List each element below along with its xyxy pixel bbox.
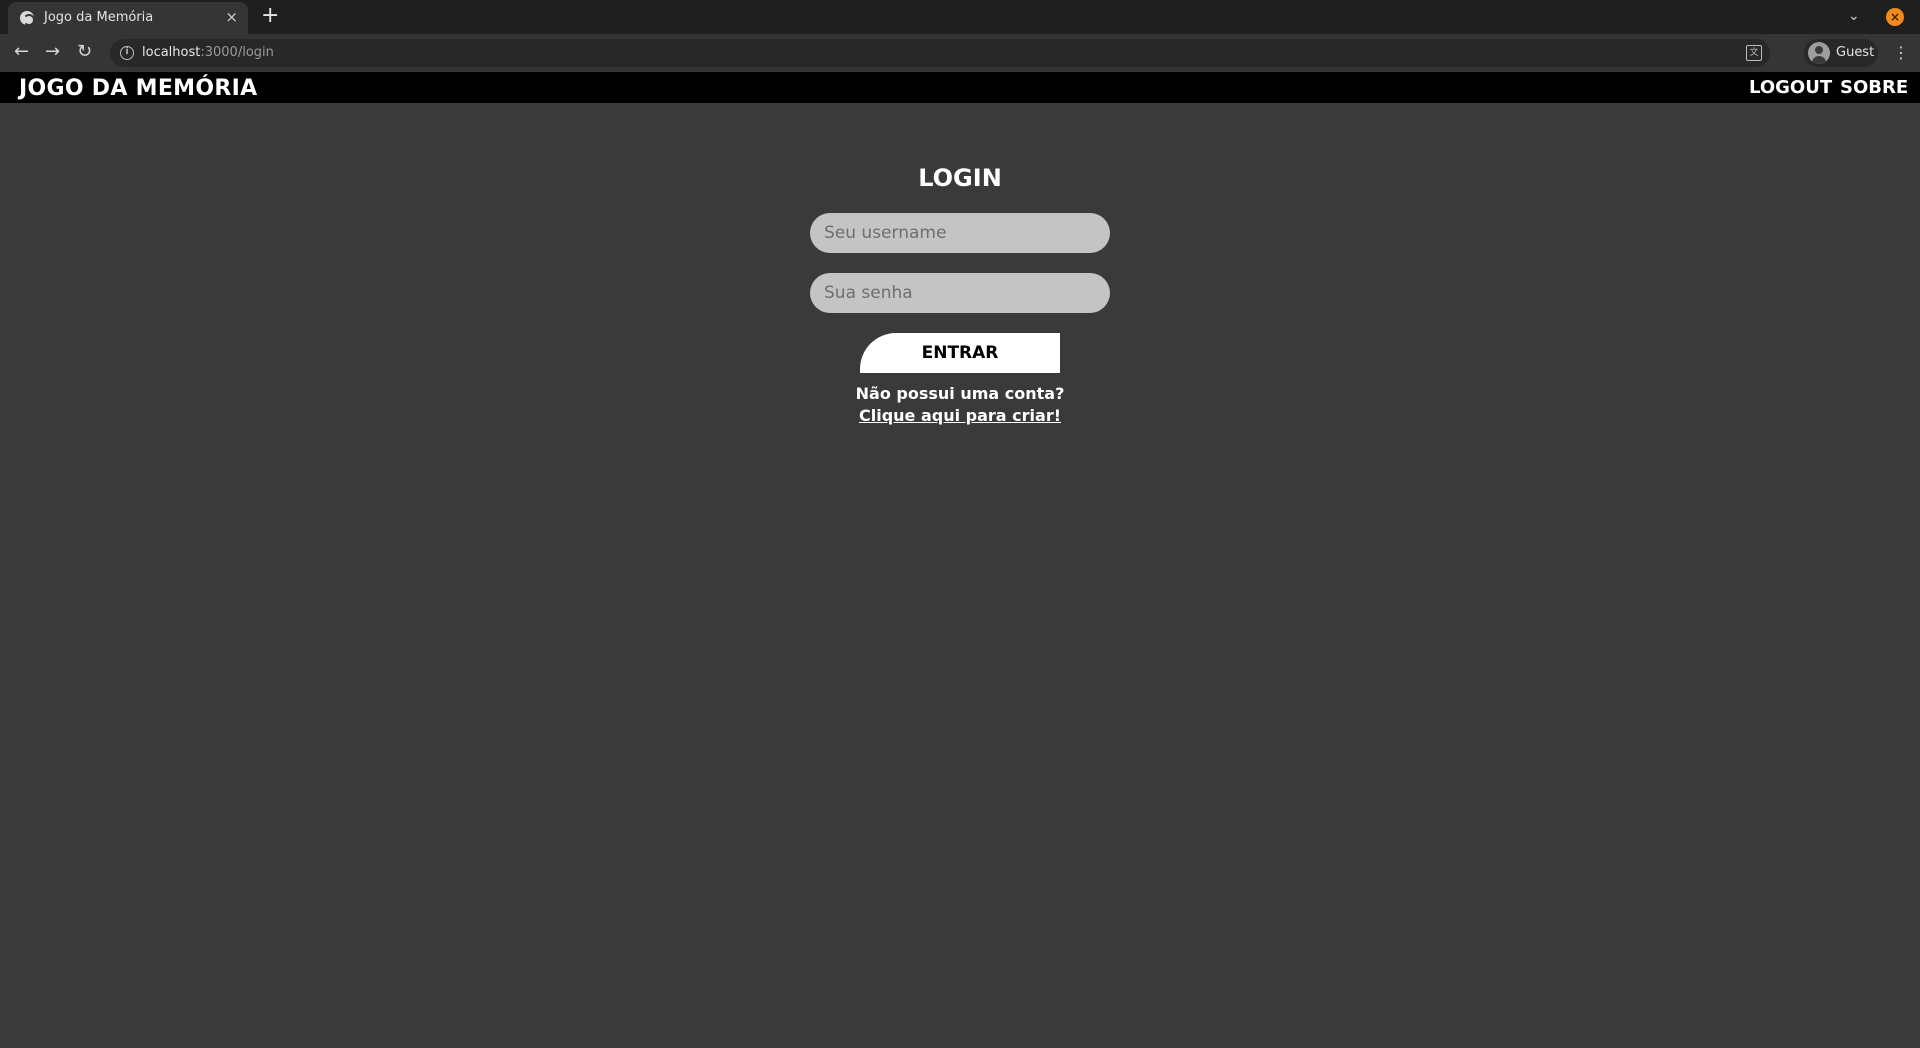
profile-button[interactable]: Guest: [1804, 39, 1878, 67]
signup-prompt: Não possui uma conta?: [855, 384, 1065, 403]
forward-arrow-icon[interactable]: →: [45, 42, 60, 62]
signup-link[interactable]: Clique aqui para criar!: [859, 406, 1061, 425]
logout-link[interactable]: LOGOUT: [1749, 77, 1832, 98]
tab-title: Jogo da Memória: [44, 10, 154, 25]
page-title: LOGIN: [918, 164, 1002, 192]
reload-icon[interactable]: ↻: [77, 42, 92, 62]
browser-menu-icon[interactable]: ⋮: [1893, 43, 1909, 62]
sobre-link[interactable]: SOBRE: [1840, 77, 1908, 98]
brand-logo[interactable]: JOGO DA MEMÓRIA: [19, 76, 257, 101]
site-info-icon[interactable]: i: [120, 46, 134, 60]
app-header: JOGO DA MEMÓRIA LOGOUT SOBRE: [0, 72, 1920, 103]
url-path: :3000/login: [200, 45, 274, 60]
address-bar[interactable]: i localhost:3000/login 文: [110, 39, 1770, 67]
username-input[interactable]: [810, 213, 1110, 253]
tab-search-icon[interactable]: ⌄: [1848, 8, 1860, 24]
globe-icon: [20, 11, 35, 26]
close-tab-icon[interactable]: ×: [225, 8, 238, 26]
url-host: localhost: [142, 45, 201, 60]
password-input[interactable]: [810, 273, 1110, 313]
window-close-icon[interactable]: ×: [1886, 8, 1904, 26]
url-text[interactable]: localhost:3000/login: [142, 45, 274, 60]
translate-icon[interactable]: 文: [1746, 45, 1762, 61]
browser-tab[interactable]: Jogo da Memória ×: [8, 2, 248, 34]
profile-name: Guest: [1836, 45, 1875, 60]
signup-link-container: Clique aqui para criar!: [0, 406, 1920, 425]
browser-toolbar: ← → ↻ i localhost:3000/login 文 Guest ⋮: [0, 34, 1920, 72]
browser-tabstrip: Jogo da Memória × + ⌄ ×: [0, 0, 1920, 34]
avatar-icon: [1808, 42, 1830, 64]
back-arrow-icon[interactable]: ←: [14, 42, 29, 62]
new-tab-button[interactable]: +: [261, 4, 279, 28]
login-button[interactable]: ENTRAR: [860, 333, 1060, 373]
